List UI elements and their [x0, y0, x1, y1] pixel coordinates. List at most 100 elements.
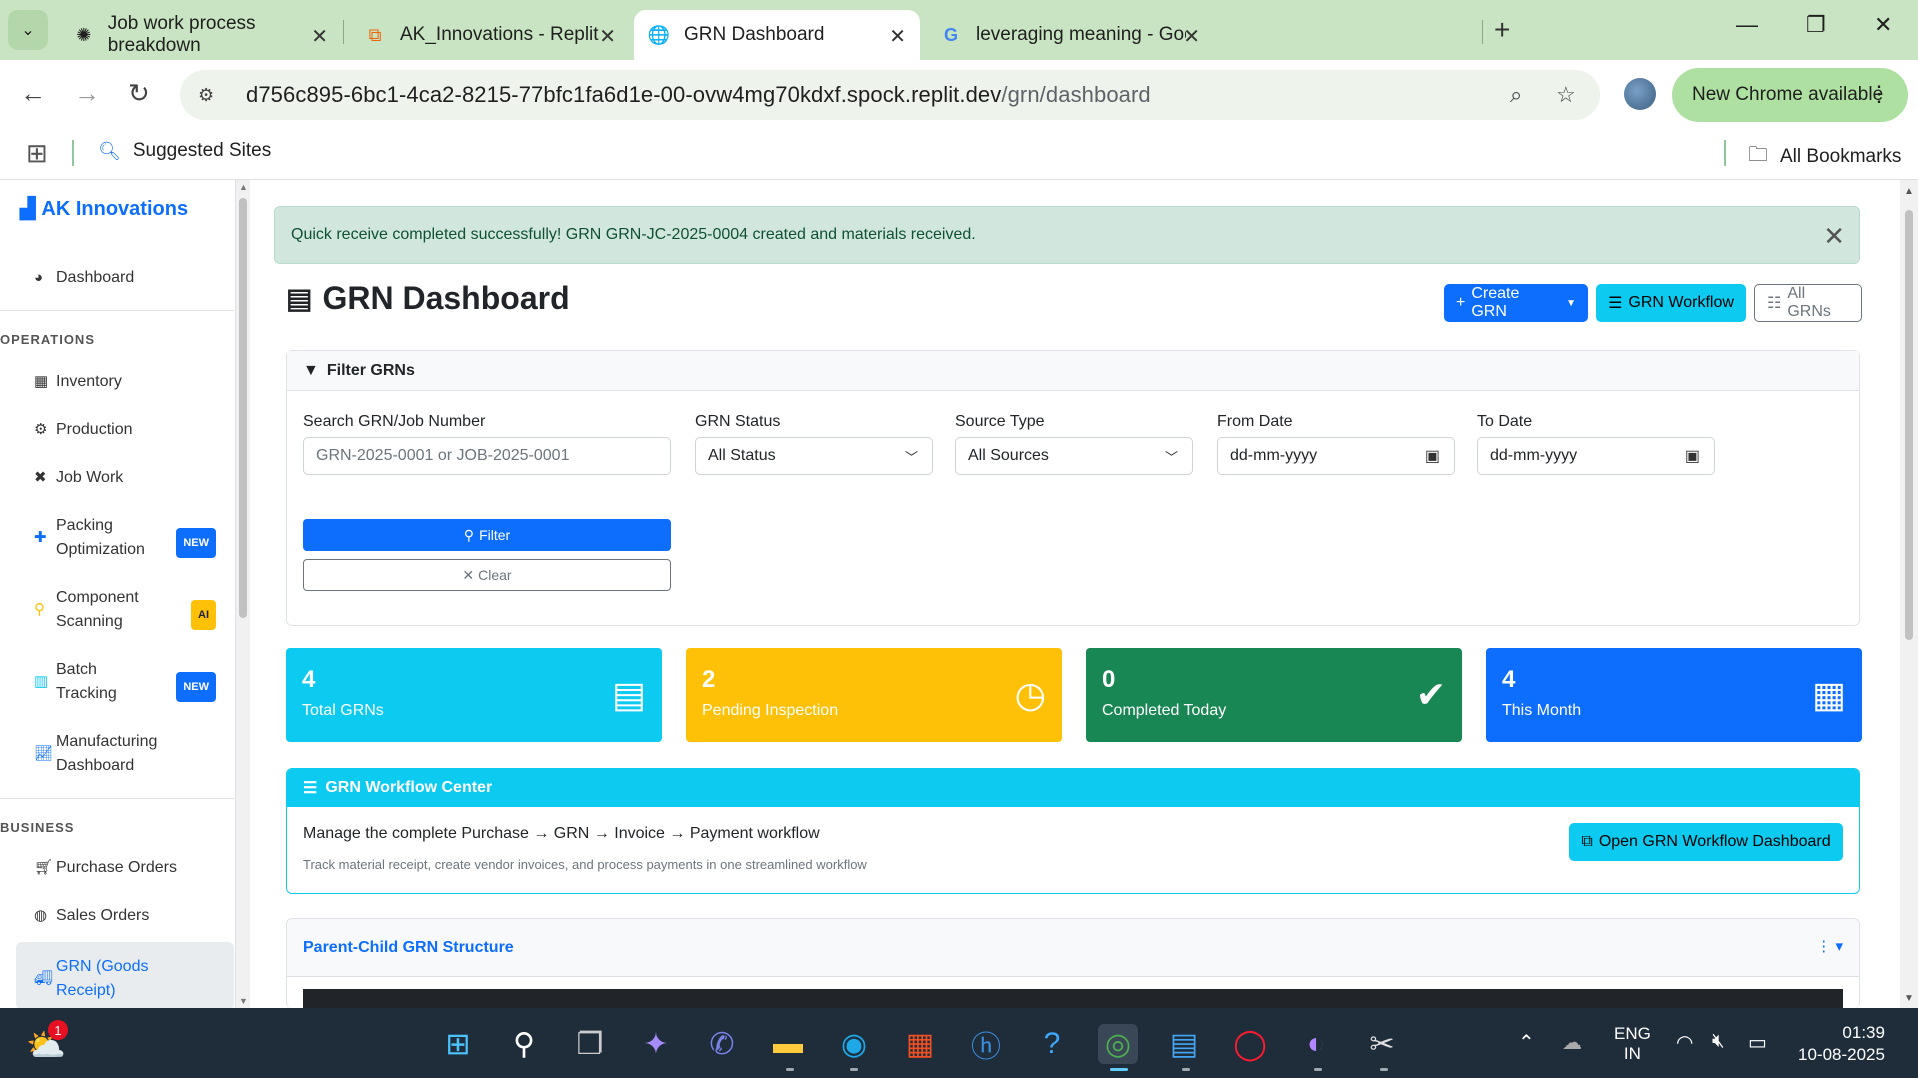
sidebar-item-component-scanning[interactable]: ⚲ Component Scanning AI [16, 586, 234, 634]
sidebar-section-operations: OPERATIONS [0, 332, 95, 347]
sidebar-item-packing-optimization[interactable]: ✚ Packing Optimization NEW [16, 514, 234, 562]
edge-icon[interactable]: ◉ [834, 1024, 874, 1064]
calendar-icon[interactable]: ▣ [1685, 446, 1700, 466]
battery-icon[interactable]: ▭ [1748, 1030, 1767, 1055]
caret-down-icon: ▼ [1566, 297, 1576, 309]
bookmarks-bar: ⊞ 🔍︎ Suggested Sites 🗀 All Bookmarks [0, 128, 1918, 180]
sidebar-item-inventory[interactable]: ▦ Inventory [16, 370, 234, 394]
sidebar-item-label: Purchase Orders [56, 859, 177, 876]
profile-avatar[interactable] [1624, 78, 1656, 110]
barcode-icon: ▥ [34, 673, 49, 690]
sidebar-item-job-work[interactable]: ✖ Job Work [16, 466, 234, 490]
wifi-icon[interactable]: ◠ [1676, 1030, 1693, 1055]
apps-grid-icon[interactable]: ⊞ [26, 138, 48, 169]
new-tab-button[interactable]: + [1494, 14, 1510, 46]
github-icon[interactable]: ◐ [1296, 1024, 1336, 1064]
scrollbar-thumb[interactable] [239, 198, 247, 618]
scrollbar-thumb[interactable] [1905, 210, 1913, 640]
close-icon[interactable]: ✕ [1183, 24, 1200, 49]
sidebar-item-production[interactable]: ⚙ Production [16, 418, 234, 442]
success-alert: Quick receive completed successfully! GR… [274, 206, 1860, 264]
hp-icon[interactable]: ⓗ [966, 1024, 1006, 1064]
tab-google-search[interactable]: G leveraging meaning - Google S ✕ [926, 10, 1214, 60]
minimize-button[interactable]: — [1736, 12, 1758, 38]
workflow-heading: GRN Workflow Center [325, 779, 493, 796]
teams-icon[interactable]: ✆ [702, 1024, 742, 1064]
sidebar-item-purchase-orders[interactable]: 🛒︎ Purchase Orders [16, 856, 234, 880]
bookmark-star-icon[interactable]: ☆ [1556, 82, 1576, 108]
brand-logo[interactable]: ▟ AK Innovations [20, 196, 188, 221]
window-close-button[interactable]: ✕ [1874, 12, 1892, 38]
close-icon[interactable]: ✕ [1823, 221, 1845, 252]
sidebar-item-batch-tracking[interactable]: ▥ Batch Tracking NEW [16, 658, 234, 706]
sidebar-section-business: BUSINESS [0, 820, 75, 835]
all-bookmarks-button[interactable]: 🗀 All Bookmarks [1748, 140, 1901, 174]
notification-badge: 1 [48, 1020, 68, 1040]
clear-button[interactable]: ✕ Clear [303, 559, 671, 591]
sidebar-item-manufacturing-dashboard[interactable]: 📈︎ Manufacturing Dashboard [16, 730, 234, 778]
status-select[interactable]: All Status ﹀ [695, 437, 933, 475]
language-code: ENG [1614, 1024, 1651, 1043]
site-info-icon[interactable]: ⚙ [198, 85, 228, 106]
back-button[interactable]: ← [20, 78, 46, 109]
calendar-icon[interactable]: ▣ [1425, 446, 1440, 466]
tab-job-work[interactable]: ✺ Job work process breakdown ✕ [60, 10, 342, 60]
scroll-up-icon[interactable]: ▲ [1904, 186, 1914, 197]
to-date-input[interactable]: dd-mm-yyyy ▣ [1477, 437, 1715, 475]
chevron-up-icon[interactable]: ⌃ [1518, 1030, 1535, 1055]
scroll-up-icon[interactable]: ▲ [239, 182, 248, 192]
bookmark-suggested-sites[interactable]: 🔍︎ Suggested Sites [98, 140, 271, 162]
close-icon[interactable]: ✕ [311, 24, 328, 49]
start-menu-icon[interactable]: ⊞ [438, 1024, 478, 1064]
notepad-icon[interactable]: ▤ [1164, 1024, 1204, 1064]
address-bar[interactable]: ⚙ d756c895-6bc1-4ca2-8215-77bfc1fa6d1e-0… [180, 70, 1600, 120]
task-view-icon[interactable]: ❐ [570, 1024, 610, 1064]
reload-button[interactable]: ↻ [128, 78, 150, 109]
volume-muted-icon[interactable]: 🔇︎ [1712, 1030, 1725, 1053]
date-text: 10-08-2025 [1798, 1045, 1885, 1064]
chrome-update-button[interactable]: New Chrome available ⋮ [1672, 68, 1908, 122]
search-label: Search GRN/Job Number [303, 413, 486, 430]
stat-card-pending-inspection: 2 Pending Inspection ◷ [686, 648, 1062, 742]
kebab-menu-icon[interactable]: ⋮ ▾ [1816, 937, 1843, 955]
language-indicator[interactable]: ENG IN [1614, 1024, 1651, 1064]
clock[interactable]: 01:39 10-08-2025 [1798, 1022, 1885, 1066]
restore-button[interactable]: ❐ [1806, 12, 1826, 38]
tab-replit[interactable]: ⧉ AK_Innovations - Replit ✕ [350, 10, 630, 60]
page-scrollbar[interactable]: ▲ ▼ [1900, 180, 1918, 1008]
filter-button[interactable]: ⚲ Filter [303, 519, 671, 551]
all-grns-button[interactable]: ☷ All GRNs [1754, 284, 1862, 322]
chrome-icon[interactable]: ◎ [1098, 1024, 1138, 1064]
tab-search-button[interactable]: ⌄ [8, 10, 48, 50]
scroll-down-icon[interactable]: ▼ [1904, 993, 1914, 1004]
create-grn-button[interactable]: + Create GRN ▼ [1444, 284, 1588, 322]
opera-icon[interactable]: ◯ [1230, 1024, 1270, 1064]
grn-workflow-button[interactable]: ☰ GRN Workflow [1596, 284, 1746, 322]
snipping-tool-icon[interactable]: ✂ [1362, 1024, 1402, 1064]
forward-button[interactable]: → [74, 78, 100, 109]
browser-toolbar: ← → ↻ ⚙ d756c895-6bc1-4ca2-8215-77bfc1fa… [0, 60, 1918, 128]
sidebar-item-dashboard[interactable]: ◕ Dashboard [16, 266, 234, 290]
workflow-center-card: ☰ GRN Workflow Center Manage the complet… [286, 768, 1860, 894]
from-date-input[interactable]: dd-mm-yyyy ▣ [1217, 437, 1455, 475]
zoom-icon[interactable]: ⌕ [1510, 82, 1522, 108]
sidebar-item-grn[interactable]: 🚚︎ GRN (Goods Receipt) [16, 942, 234, 1008]
sidebar-item-sales-orders[interactable]: ◍ Sales Orders [16, 904, 234, 928]
file-explorer-icon[interactable]: ▬ [768, 1024, 808, 1064]
search-input[interactable]: GRN-2025-0001 or JOB-2025-0001 [303, 437, 671, 475]
store-icon[interactable]: ▦ [900, 1024, 940, 1064]
close-icon[interactable]: ✕ [889, 24, 906, 49]
sidebar-scrollbar[interactable]: ▲ ▼ [236, 180, 250, 1008]
close-icon[interactable]: ✕ [599, 24, 616, 49]
puzzle-icon: ✚ [34, 529, 47, 546]
more-menu-icon[interactable]: ⋮ [1868, 81, 1890, 107]
tab-grn-dashboard[interactable]: 🌐 GRN Dashboard ✕ [634, 10, 920, 60]
onedrive-icon[interactable]: ☁ [1562, 1030, 1582, 1055]
search-icon[interactable]: ⚲ [504, 1024, 544, 1064]
copilot-icon[interactable]: ✦ [636, 1024, 676, 1064]
open-workflow-dashboard-button[interactable]: ⧉ Open GRN Workflow Dashboard [1569, 823, 1843, 861]
page-title: ▤ GRN Dashboard [286, 280, 570, 317]
scroll-down-icon[interactable]: ▼ [239, 996, 248, 1006]
help-icon[interactable]: ? [1032, 1024, 1072, 1064]
source-select[interactable]: All Sources ﹀ [955, 437, 1193, 475]
